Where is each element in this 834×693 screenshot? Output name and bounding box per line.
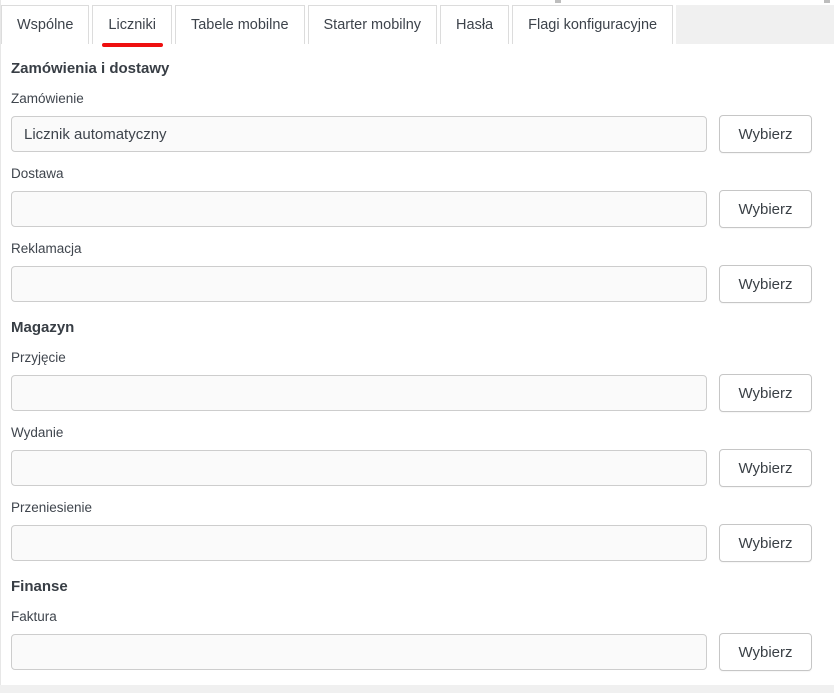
bottom-scroll-area[interactable] (0, 685, 834, 693)
field-label-przyjecie: Przyjęcie (11, 350, 812, 366)
dostawa-input[interactable] (11, 191, 707, 227)
tab-label: Starter mobilny (324, 17, 422, 33)
zamowienie-wybierz-button[interactable]: Wybierz (719, 115, 812, 153)
zamowienie-input[interactable] (11, 116, 707, 152)
przeniesienie-input[interactable] (11, 525, 707, 561)
reklamacja-input[interactable] (11, 266, 707, 302)
tab-label: Liczniki (108, 17, 156, 33)
field-reklamacja: Reklamacja Wybierz (11, 241, 812, 303)
tab-bar: Wspólne Liczniki Tabele mobilne Starter … (1, 5, 834, 44)
tab-flagi-konfiguracyjne[interactable]: Flagi konfiguracyjne (512, 5, 673, 44)
field-faktura: Faktura Wybierz (11, 609, 812, 671)
tab-label: Wspólne (17, 17, 73, 33)
cropped-text-fragment (824, 0, 830, 3)
tab-tabele-mobilne[interactable]: Tabele mobilne (175, 5, 305, 44)
cropped-text-fragment (555, 0, 561, 3)
wydanie-wybierz-button[interactable]: Wybierz (719, 449, 812, 487)
tab-wspolne[interactable]: Wspólne (1, 5, 89, 44)
przeniesienie-wybierz-button[interactable]: Wybierz (719, 524, 812, 562)
tab-bar-filler (676, 5, 834, 44)
tab-label: Tabele mobilne (191, 17, 289, 33)
field-dostawa: Dostawa Wybierz (11, 166, 812, 228)
form-content: Zamówienia i dostawy Zamówienie Wybierz … (1, 59, 834, 671)
reklamacja-wybierz-button[interactable]: Wybierz (719, 265, 812, 303)
dostawa-wybierz-button[interactable]: Wybierz (719, 190, 812, 228)
field-label-przeniesienie: Przeniesienie (11, 500, 812, 516)
field-label-zamowienie: Zamówienie (11, 91, 812, 107)
wydanie-input[interactable] (11, 450, 707, 486)
przyjecie-wybierz-button[interactable]: Wybierz (719, 374, 812, 412)
field-label-wydanie: Wydanie (11, 425, 812, 441)
section-title-zamowienia-i-dostawy: Zamówienia i dostawy (11, 59, 812, 78)
field-przeniesienie: Przeniesienie Wybierz (11, 500, 812, 562)
tab-hasla[interactable]: Hasła (440, 5, 509, 44)
tab-starter-mobilny[interactable]: Starter mobilny (308, 5, 438, 44)
faktura-input[interactable] (11, 634, 707, 670)
field-przyjecie: Przyjęcie Wybierz (11, 350, 812, 412)
tab-label: Hasła (456, 17, 493, 33)
section-title-magazyn: Magazyn (11, 318, 812, 337)
section-title-finanse: Finanse (11, 577, 812, 596)
tab-liczniki[interactable]: Liczniki (92, 5, 172, 44)
field-label-reklamacja: Reklamacja (11, 241, 812, 257)
field-label-faktura: Faktura (11, 609, 812, 625)
field-zamowienie: Zamówienie Wybierz (11, 91, 812, 153)
field-wydanie: Wydanie Wybierz (11, 425, 812, 487)
settings-page: Wspólne Liczniki Tabele mobilne Starter … (0, 0, 834, 685)
tab-label: Flagi konfiguracyjne (528, 17, 657, 33)
przyjecie-input[interactable] (11, 375, 707, 411)
field-label-dostawa: Dostawa (11, 166, 812, 182)
faktura-wybierz-button[interactable]: Wybierz (719, 633, 812, 671)
